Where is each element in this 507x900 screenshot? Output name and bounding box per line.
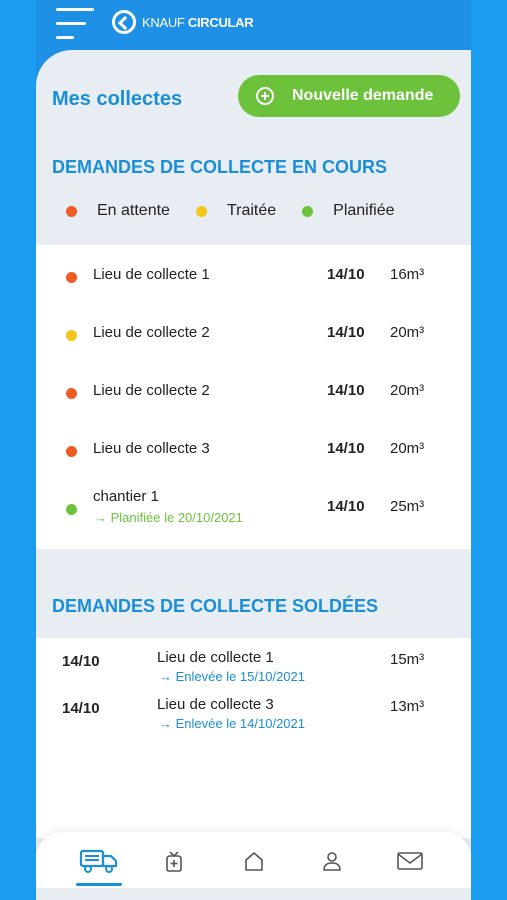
request-row[interactable]: Lieu de collecte 1 14/10 16m³ (36, 265, 471, 305)
footer-strip (36, 888, 471, 900)
completed-requests-title: DEMANDES DE COLLECTE SOLDÉES (52, 596, 379, 616)
request-volume: 20m³ (390, 440, 425, 457)
bottom-navigation (36, 832, 471, 888)
left-gutter (0, 0, 36, 900)
status-dot-icon (66, 205, 77, 217)
truck-icon (79, 849, 118, 873)
completed-row[interactable]: 14/10 Lieu de collecte 3 → Enlevée le 14… (36, 696, 471, 740)
status-dot-icon (66, 504, 77, 515)
request-date: 14/10 (327, 382, 365, 399)
legend-label: En attente (97, 202, 170, 219)
nav-home[interactable] (231, 844, 277, 878)
request-volume: 20m³ (390, 382, 425, 399)
brand-primary: KNAUF (142, 14, 185, 30)
status-dot-icon (66, 272, 77, 283)
request-date: 14/10 (327, 498, 365, 515)
nav-collections[interactable] (76, 844, 122, 886)
completed-row[interactable]: 14/10 Lieu de collecte 1 → Enlevée le 15… (36, 649, 471, 693)
status-dot-icon (66, 330, 77, 341)
request-planned-note: → Planifiée le 20/10/2021 (94, 510, 243, 525)
request-row[interactable]: Lieu de collecte 2 14/10 20m³ (36, 323, 471, 363)
request-location: Lieu de collecte 2 (93, 382, 210, 399)
request-volume: 20m³ (390, 324, 425, 341)
right-gutter (471, 0, 507, 900)
nav-messages[interactable] (387, 844, 433, 878)
plus-circle-icon (256, 87, 274, 105)
new-request-label: Nouvelle demande (292, 87, 434, 104)
current-requests-title: DEMANDES DE COLLECTE EN COURS (52, 157, 388, 177)
request-row[interactable]: chantier 1 → Planifiée le 20/10/2021 14/… (36, 487, 471, 531)
request-row[interactable]: Lieu de collecte 2 14/10 20m³ (36, 381, 471, 421)
status-dot-icon (302, 205, 314, 217)
legend-label: Planifiée (333, 202, 395, 219)
completed-requests-list: 14/10 Lieu de collecte 1 → Enlevée le 15… (36, 638, 471, 838)
new-request-button[interactable]: Nouvelle demande (238, 75, 460, 117)
request-date: 14/10 (327, 266, 365, 283)
request-date: 14/10 (327, 440, 365, 457)
completed-location: Lieu de collecte 1 (157, 649, 274, 666)
completed-date: 14/10 (62, 653, 100, 670)
legend-label: Traitée (226, 202, 277, 219)
brand-logo: KNAUF CIRCULAR (112, 10, 254, 34)
status-dot-icon (195, 205, 207, 217)
status-dot-icon (66, 446, 77, 457)
request-volume: 25m³ (390, 498, 425, 515)
main-content: Mes collectes Nouvelle demande DEMANDES … (36, 50, 471, 900)
completed-volume: 15m³ (390, 651, 425, 668)
mail-icon (397, 852, 423, 870)
completed-location: Lieu de collecte 3 (157, 696, 274, 713)
hamburger-menu-icon[interactable] (56, 6, 96, 42)
request-location: chantier 1 (93, 488, 159, 505)
completed-volume: 13m³ (390, 698, 425, 715)
knauf-logo-icon (112, 10, 136, 34)
nav-new-bag[interactable] (151, 844, 197, 878)
legend-planned: Planifiée (302, 202, 420, 220)
request-location: Lieu de collecte 1 (93, 266, 210, 283)
home-icon (245, 852, 263, 871)
status-legend: En attente Traitée Planifiée (66, 202, 421, 220)
bag-plus-icon (166, 851, 182, 872)
request-location: Lieu de collecte 2 (93, 324, 210, 341)
request-date: 14/10 (327, 324, 365, 341)
request-row[interactable]: Lieu de collecte 3 14/10 20m³ (36, 439, 471, 479)
legend-processed: Traitée (195, 202, 302, 220)
legend-pending: En attente (66, 202, 196, 220)
user-icon (323, 852, 341, 871)
request-volume: 16m³ (390, 266, 425, 283)
brand-name: KNAUF CIRCULAR (142, 14, 254, 30)
brand-secondary: CIRCULAR (187, 14, 254, 30)
current-requests-list: Lieu de collecte 1 14/10 16m³ Lieu de co… (36, 245, 471, 549)
completed-pickup-note: → Enlevée le 14/10/2021 (159, 716, 305, 731)
page-title: Mes collectes (52, 88, 183, 110)
completed-date: 14/10 (62, 700, 100, 717)
request-location: Lieu de collecte 3 (93, 440, 210, 457)
status-dot-icon (66, 388, 77, 399)
completed-pickup-note: → Enlevée le 15/10/2021 (159, 669, 305, 684)
nav-profile[interactable] (309, 844, 355, 878)
